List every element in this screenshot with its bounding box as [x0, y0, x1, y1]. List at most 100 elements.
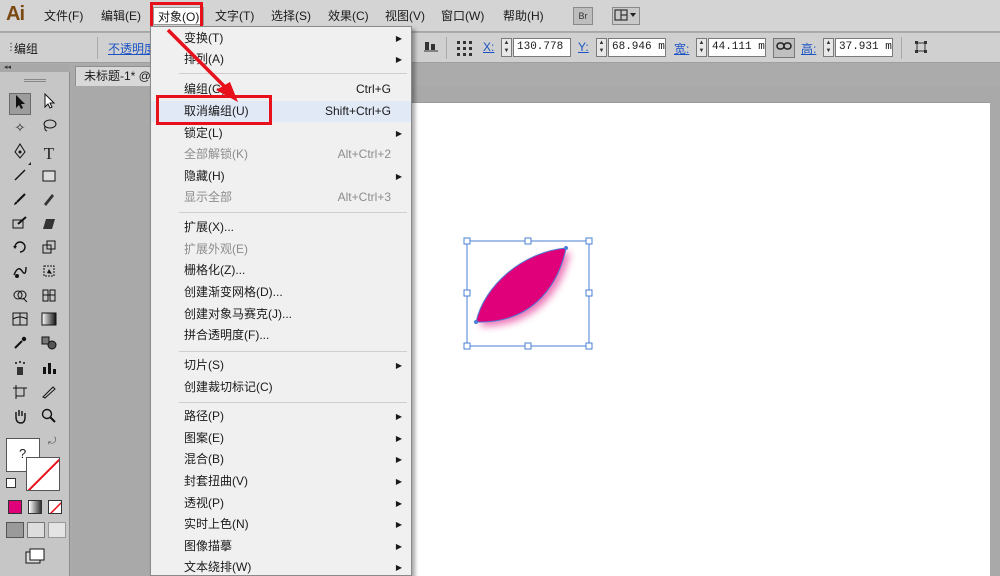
rectangle-tool-icon[interactable] [38, 167, 60, 189]
draw-inside-button[interactable] [48, 522, 66, 538]
object-menu-highlight-box [150, 2, 203, 29]
swap-fill-stroke-icon[interactable]: ⤾ [48, 436, 56, 447]
menu-item-text-wrap[interactable]: 文本绕排(W) ▶ [151, 557, 411, 576]
blend-tool-icon[interactable] [38, 335, 60, 357]
scale-tool-icon[interactable] [38, 239, 60, 261]
screen-mode-icon[interactable] [24, 548, 46, 566]
width-input[interactable]: 44.111 mm [708, 38, 766, 57]
menu-item-pattern[interactable]: 图案(E) ▶ [151, 428, 411, 449]
menu-item-envelope-distort[interactable]: 封套扭曲(V) ▶ [151, 471, 411, 492]
bridge-button[interactable]: Br [573, 7, 593, 25]
menu-item-flatten-transparency[interactable]: 拼合透明度(F)... [151, 325, 411, 346]
menu-item-gradient-mesh[interactable]: 创建渐变网格(D)... [151, 282, 411, 303]
zoom-tool-icon[interactable] [38, 408, 60, 430]
submenu-arrow-icon: ▶ [395, 542, 402, 551]
reference-point-icon[interactable] [455, 39, 473, 57]
mesh-tool-icon[interactable] [9, 311, 31, 333]
menu-item-blend[interactable]: 混合(B) ▶ [151, 449, 411, 470]
symbol-sprayer-tool-icon[interactable] [9, 360, 31, 382]
layout-grid-icon [614, 9, 636, 21]
width-stepper[interactable]: ▲ ▼ [696, 38, 707, 57]
slice-tool-icon[interactable] [38, 384, 60, 406]
panel-collapse-bar[interactable]: ◂◂ [0, 64, 70, 72]
menu-window[interactable]: 窗口(W) [437, 7, 488, 25]
leaf-object[interactable] [462, 236, 594, 350]
hand-tool-icon[interactable] [9, 408, 31, 430]
artboard-tool-icon[interactable] [9, 384, 31, 406]
panel-grip[interactable] [24, 79, 46, 82]
line-tool-icon[interactable] [9, 167, 31, 189]
x-stepper[interactable]: ▲ ▼ [501, 38, 512, 57]
transform-icon[interactable] [912, 39, 930, 57]
perspective-grid-tool-icon[interactable] [38, 287, 60, 309]
submenu-arrow-icon: ▶ [395, 172, 402, 181]
column-graph-tool-icon[interactable] [38, 360, 60, 382]
divider [446, 37, 447, 59]
menu-item-object-mosaic[interactable]: 创建对象马赛克(J)... [151, 304, 411, 325]
lasso-tool-icon[interactable] [38, 117, 60, 139]
draw-behind-button[interactable] [27, 522, 45, 538]
menu-type[interactable]: 文字(T) [211, 7, 258, 25]
warp-tool-icon[interactable] [9, 263, 31, 285]
menu-item-create-trim-marks[interactable]: 创建裁切标记(C) [151, 377, 411, 398]
menu-edit[interactable]: 编辑(E) [97, 7, 145, 25]
submenu-arrow-icon: ▶ [395, 477, 402, 486]
submenu-arrow-icon: ▶ [395, 499, 402, 508]
type-tool-icon[interactable]: T [38, 143, 60, 165]
height-stepper[interactable]: ▲ ▼ [823, 38, 834, 57]
gradient-mode-button[interactable] [28, 500, 42, 514]
menu-item-hide[interactable]: 隐藏(H) ▶ [151, 166, 411, 187]
blob-brush-tool-icon[interactable] [9, 215, 31, 237]
eyedropper-tool-icon[interactable] [9, 335, 31, 357]
menu-item-expand[interactable]: 扩展(X)... [151, 217, 411, 238]
menu-item-image-trace[interactable]: 图像描摹 ▶ [151, 536, 411, 557]
menu-item-rasterize[interactable]: 栅格化(Z)... [151, 260, 411, 281]
document-tab[interactable]: 未标题-1* @ [75, 66, 160, 86]
paintbrush-tool-icon[interactable] [9, 191, 31, 213]
submenu-arrow-icon: ▶ [395, 520, 402, 529]
default-colors-icon[interactable] [6, 478, 16, 488]
divider [97, 37, 98, 59]
rotate-tool-icon[interactable] [9, 239, 31, 261]
gradient-tool-icon[interactable] [38, 311, 60, 333]
opacity-link[interactable]: 不透明度 [108, 40, 156, 57]
menu-item-lock[interactable]: 锁定(L) ▶ [151, 123, 411, 144]
shape-builder-tool-icon[interactable] [9, 287, 31, 309]
menu-effect[interactable]: 效果(C) [324, 7, 373, 25]
menu-item-unlock-all[interactable]: 全部解锁(K) Alt+Ctrl+2 [151, 144, 411, 165]
color-mode-button[interactable] [8, 500, 22, 514]
menu-view[interactable]: 视图(V) [381, 7, 429, 25]
pencil-tool-icon[interactable] [38, 191, 60, 213]
arrange-documents-button[interactable] [612, 7, 640, 25]
submenu-arrow-icon: ▶ [395, 55, 402, 64]
menu-select[interactable]: 选择(S) [267, 7, 315, 25]
magic-wand-tool-icon[interactable]: ✧ [9, 117, 31, 139]
menu-item-live-paint[interactable]: 实时上色(N) ▶ [151, 514, 411, 535]
stroke-swatch[interactable] [26, 457, 60, 491]
submenu-arrow-icon: ▶ [395, 412, 402, 421]
y-stepper[interactable]: ▲ ▼ [596, 38, 607, 57]
menu-item-slice[interactable]: 切片(S) ▶ [151, 355, 411, 376]
align-icon[interactable] [422, 39, 440, 57]
menu-item-perspective[interactable]: 透视(P) ▶ [151, 493, 411, 514]
free-transform-tool-icon[interactable] [38, 263, 60, 285]
direct-selection-tool-icon[interactable] [38, 92, 60, 115]
menu-separator [179, 351, 407, 352]
pen-tool-icon[interactable] [9, 143, 31, 165]
submenu-arrow-icon: ▶ [395, 129, 402, 138]
none-mode-button[interactable] [48, 500, 62, 514]
selection-tool-icon[interactable] [9, 93, 31, 115]
menu-item-expand-appearance[interactable]: 扩展外观(E) [151, 239, 411, 260]
menu-item-show-all[interactable]: 显示全部 Alt+Ctrl+3 [151, 187, 411, 208]
constrain-proportions-button[interactable] [773, 38, 795, 58]
menu-item-path[interactable]: 路径(P) ▶ [151, 406, 411, 427]
eraser-tool-icon[interactable] [38, 215, 60, 237]
annotation-arrow [166, 28, 238, 102]
height-input[interactable]: 37.931 mm [835, 38, 893, 57]
x-input[interactable]: 130.778 mm [513, 38, 571, 57]
menu-help[interactable]: 帮助(H) [499, 7, 548, 25]
menu-separator [179, 212, 407, 213]
menu-file[interactable]: 文件(F) [40, 7, 87, 25]
y-input[interactable]: 68.946 mm [608, 38, 666, 57]
draw-normal-button[interactable] [6, 522, 24, 538]
